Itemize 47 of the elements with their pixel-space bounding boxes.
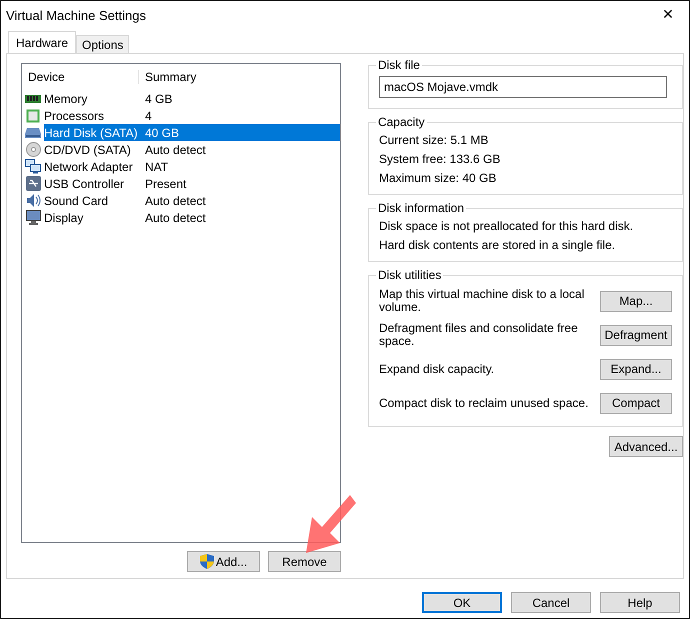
- add-button[interactable]: Add...: [187, 551, 260, 572]
- shield-icon: [200, 554, 214, 569]
- capacity-text: Current size: 5.1 MB: [378, 132, 490, 149]
- disc-icon: [26, 142, 40, 157]
- dialog-button[interactable]: Help: [600, 592, 680, 613]
- processor-icon: [26, 108, 40, 122]
- dialog-button[interactable]: Cancel: [511, 592, 591, 613]
- tab[interactable]: Hardware: [8, 31, 76, 53]
- column-header[interactable]: Device: [22, 70, 139, 84]
- group-title: Disk file: [376, 58, 421, 72]
- memory-icon: [25, 92, 41, 104]
- capacity-text: Maximum size: 40 GB: [378, 170, 498, 187]
- device-row[interactable]: Processors 4: [44, 107, 340, 124]
- device-row[interactable]: Memory 4 GB: [44, 90, 340, 107]
- dialog-button[interactable]: OK: [422, 592, 502, 613]
- device-row[interactable]: Sound Card Auto detect: [44, 192, 340, 209]
- utility-button[interactable]: Defragment: [600, 324, 672, 346]
- tab[interactable]: Options: [76, 35, 130, 53]
- pointer-arrow: [306, 495, 356, 553]
- device-row[interactable]: CD/DVD (SATA) Auto detect: [44, 141, 340, 158]
- utility-button[interactable]: Compact: [600, 392, 672, 414]
- speaker-icon: [26, 193, 40, 208]
- device-row[interactable]: Display Auto detect: [44, 209, 340, 226]
- info-text: Hard disk contents are stored in a single file.: [378, 237, 616, 254]
- utility-description: Map this virtual machine disk to a local volume.: [378, 288, 586, 314]
- utility-button[interactable]: Expand...: [600, 358, 672, 380]
- utility-description: Expand disk capacity.: [378, 362, 496, 376]
- group-title: Disk utilities: [376, 268, 442, 282]
- column-header[interactable]: Summary: [139, 70, 196, 84]
- device-row[interactable]: Hard Disk (SATA) 40 GB: [44, 124, 340, 141]
- advanced-button[interactable]: Advanced...: [609, 436, 683, 457]
- utility-button[interactable]: Map...: [600, 290, 672, 312]
- disk-file-field[interactable]: macOS Mojave.vmdk: [378, 76, 667, 98]
- group-title: Disk information: [376, 201, 465, 215]
- close-button[interactable]: ✕: [653, 7, 683, 23]
- capacity-text: System free: 133.6 GB: [378, 151, 502, 168]
- utility-description: Compact disk to reclaim unused space.: [378, 396, 590, 410]
- group-title: Capacity: [376, 115, 426, 129]
- device-row[interactable]: USB Controller Present: [44, 175, 340, 192]
- monitor-icon: [26, 210, 40, 225]
- info-text: Disk space is not preallocated for this hard disk.: [378, 218, 634, 235]
- device-row[interactable]: Network Adapter NAT: [44, 158, 340, 175]
- window-title: Virtual Machine Settings: [6, 8, 146, 22]
- network-icon: [25, 159, 41, 174]
- remove-button[interactable]: Remove: [268, 551, 341, 572]
- utility-description: Defragment files and consolidate free space.: [378, 322, 579, 348]
- usb-icon: [26, 176, 40, 191]
